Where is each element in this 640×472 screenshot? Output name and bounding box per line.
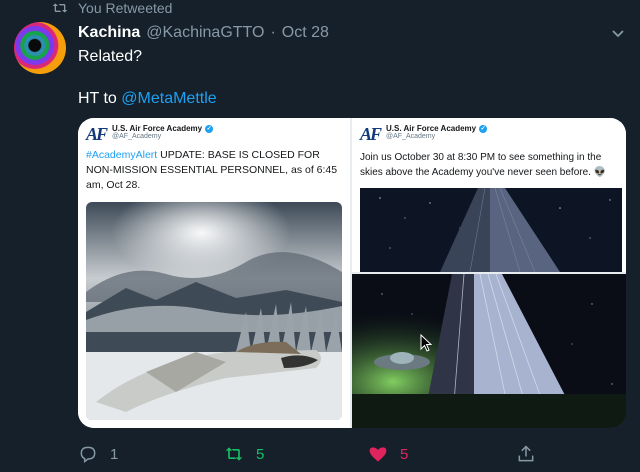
retweet-count: 5 <box>256 445 265 463</box>
retweeted-banner: You Retweeted <box>52 0 172 16</box>
af-account-name-2: U.S. Air Force Academy <box>386 124 477 133</box>
like-button[interactable]: 5 <box>368 444 408 464</box>
retweet-button[interactable]: 5 <box>224 444 264 464</box>
avatar[interactable] <box>14 22 66 74</box>
chevron-down-icon[interactable] <box>610 26 626 42</box>
tweet-header: Kachina @KachinaGTTO · Oct 28 <box>78 24 329 42</box>
af-alert-text: #AcademyAlert UPDATE: BASE IS CLOSED FOR… <box>86 148 342 193</box>
af-account-header: AF U.S. Air Force Academy ✓ @AF_Academy <box>86 124 214 144</box>
chapel-ufo-photo[interactable] <box>352 274 626 428</box>
retweeted-label: You Retweeted <box>78 0 173 16</box>
mouse-cursor-icon <box>420 334 432 352</box>
share-button[interactable] <box>516 444 536 464</box>
af-account-handle-2: @AF_Academy <box>386 133 436 140</box>
media-grid[interactable]: AF U.S. Air Force Academy ✓ @AF_Academy … <box>78 118 626 428</box>
media-left-screenshot[interactable]: AF U.S. Air Force Academy ✓ @AF_Academy … <box>78 118 350 428</box>
verified-icon-2: ✓ <box>479 124 488 133</box>
media-right-top-screenshot[interactable]: AF U.S. Air Force Academy ✓ @AF_Academy … <box>352 118 626 272</box>
ht-prefix: HT to <box>78 90 117 107</box>
af-account-handle: @AF_Academy <box>112 133 162 140</box>
af-logo-2: AF <box>360 124 382 144</box>
author-name[interactable]: Kachina <box>78 24 140 42</box>
reply-button[interactable]: 1 <box>78 444 118 464</box>
night-sky-photo <box>360 188 622 272</box>
event-text: Join us October 30 at 8:30 PM to see som… <box>360 152 607 178</box>
author-handle[interactable]: @KachinaGTTO <box>146 24 264 42</box>
tweet-text-line2: HT to @MetaMettle <box>78 90 217 108</box>
verified-icon: ✓ <box>205 124 214 133</box>
like-count: 5 <box>400 445 409 463</box>
retweet-active-icon <box>225 447 243 461</box>
tweet-date[interactable]: Oct 28 <box>282 24 329 42</box>
share-icon <box>518 445 534 462</box>
jet-snow-photo <box>86 202 342 420</box>
af-account-header-2: AF U.S. Air Force Academy ✓ @AF_Academy <box>360 124 488 144</box>
reply-icon <box>80 446 96 463</box>
retweet-icon <box>52 3 68 13</box>
hashtag-link: #AcademyAlert <box>86 149 158 161</box>
reply-count: 1 <box>110 445 119 463</box>
separator-dot: · <box>270 24 276 41</box>
mention-link[interactable]: @MetaMettle <box>121 90 216 107</box>
af-account-name: U.S. Air Force Academy <box>112 124 203 133</box>
af-logo: AF <box>86 124 108 144</box>
heart-filled-icon <box>369 447 387 462</box>
tweet-text-line1: Related? <box>78 48 143 65</box>
tweet-actions: 1 5 5 <box>78 444 618 466</box>
